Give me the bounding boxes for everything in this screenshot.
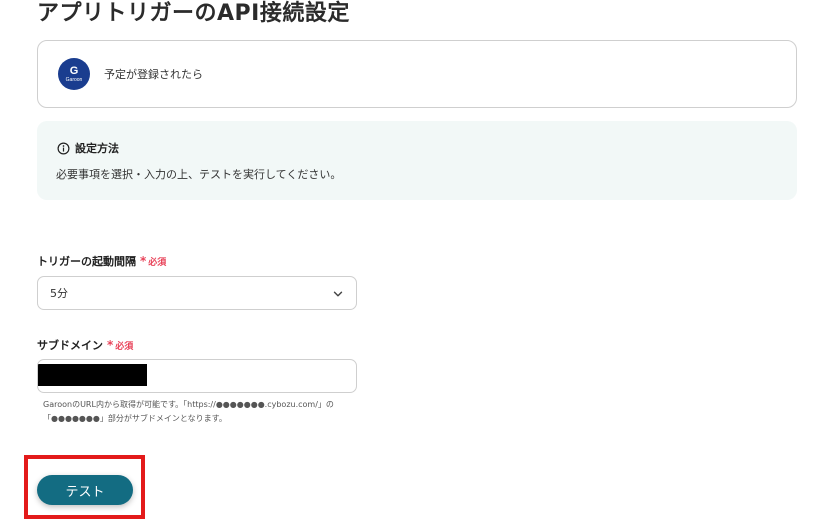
garoon-logo: G Garoon xyxy=(58,58,90,90)
subdomain-input[interactable] xyxy=(37,359,357,393)
interval-label-text: トリガーの起動間隔 xyxy=(37,255,136,268)
required-text: 必須 xyxy=(148,257,167,268)
interval-label: トリガーの起動間隔 * 必須 xyxy=(37,253,166,269)
required-mark: * xyxy=(107,338,114,352)
interval-select[interactable]: 5分 xyxy=(37,276,357,310)
info-header: 設定方法 xyxy=(57,140,119,156)
helper-line-2: 「●●●●●●●」部分がサブドメインとなります。 xyxy=(43,414,227,423)
trigger-card[interactable]: G Garoon 予定が登録されたら xyxy=(37,40,797,108)
info-circle-icon xyxy=(57,142,70,154)
subdomain-label: サブドメイン * 必須 xyxy=(37,337,133,353)
interval-select-value: 5分 xyxy=(50,287,68,300)
test-button[interactable]: テスト xyxy=(37,475,133,505)
required-mark: * xyxy=(140,254,147,268)
subdomain-label-text: サブドメイン xyxy=(37,339,103,352)
logo-name: Garoon xyxy=(65,76,83,83)
info-text: 必要事項を選択・入力の上、テストを実行してください。 xyxy=(56,168,342,181)
info-title: 設定方法 xyxy=(75,142,119,155)
logo-letter: G xyxy=(69,64,79,77)
chevron-down-icon xyxy=(333,291,343,297)
trigger-name: 予定が登録されたら xyxy=(104,68,203,81)
info-box: 設定方法 必要事項を選択・入力の上、テストを実行してください。 xyxy=(37,121,797,200)
required-text: 必須 xyxy=(115,341,134,352)
helper-line-1: GaroonのURL内から取得が可能です。「https://●●●●●●●.cy… xyxy=(43,400,334,409)
subdomain-helper-text: GaroonのURL内から取得が可能です。「https://●●●●●●●.cy… xyxy=(43,398,363,426)
page-title: アプリトリガーのAPI接続設定 xyxy=(37,1,350,26)
redacted-value xyxy=(38,364,147,386)
